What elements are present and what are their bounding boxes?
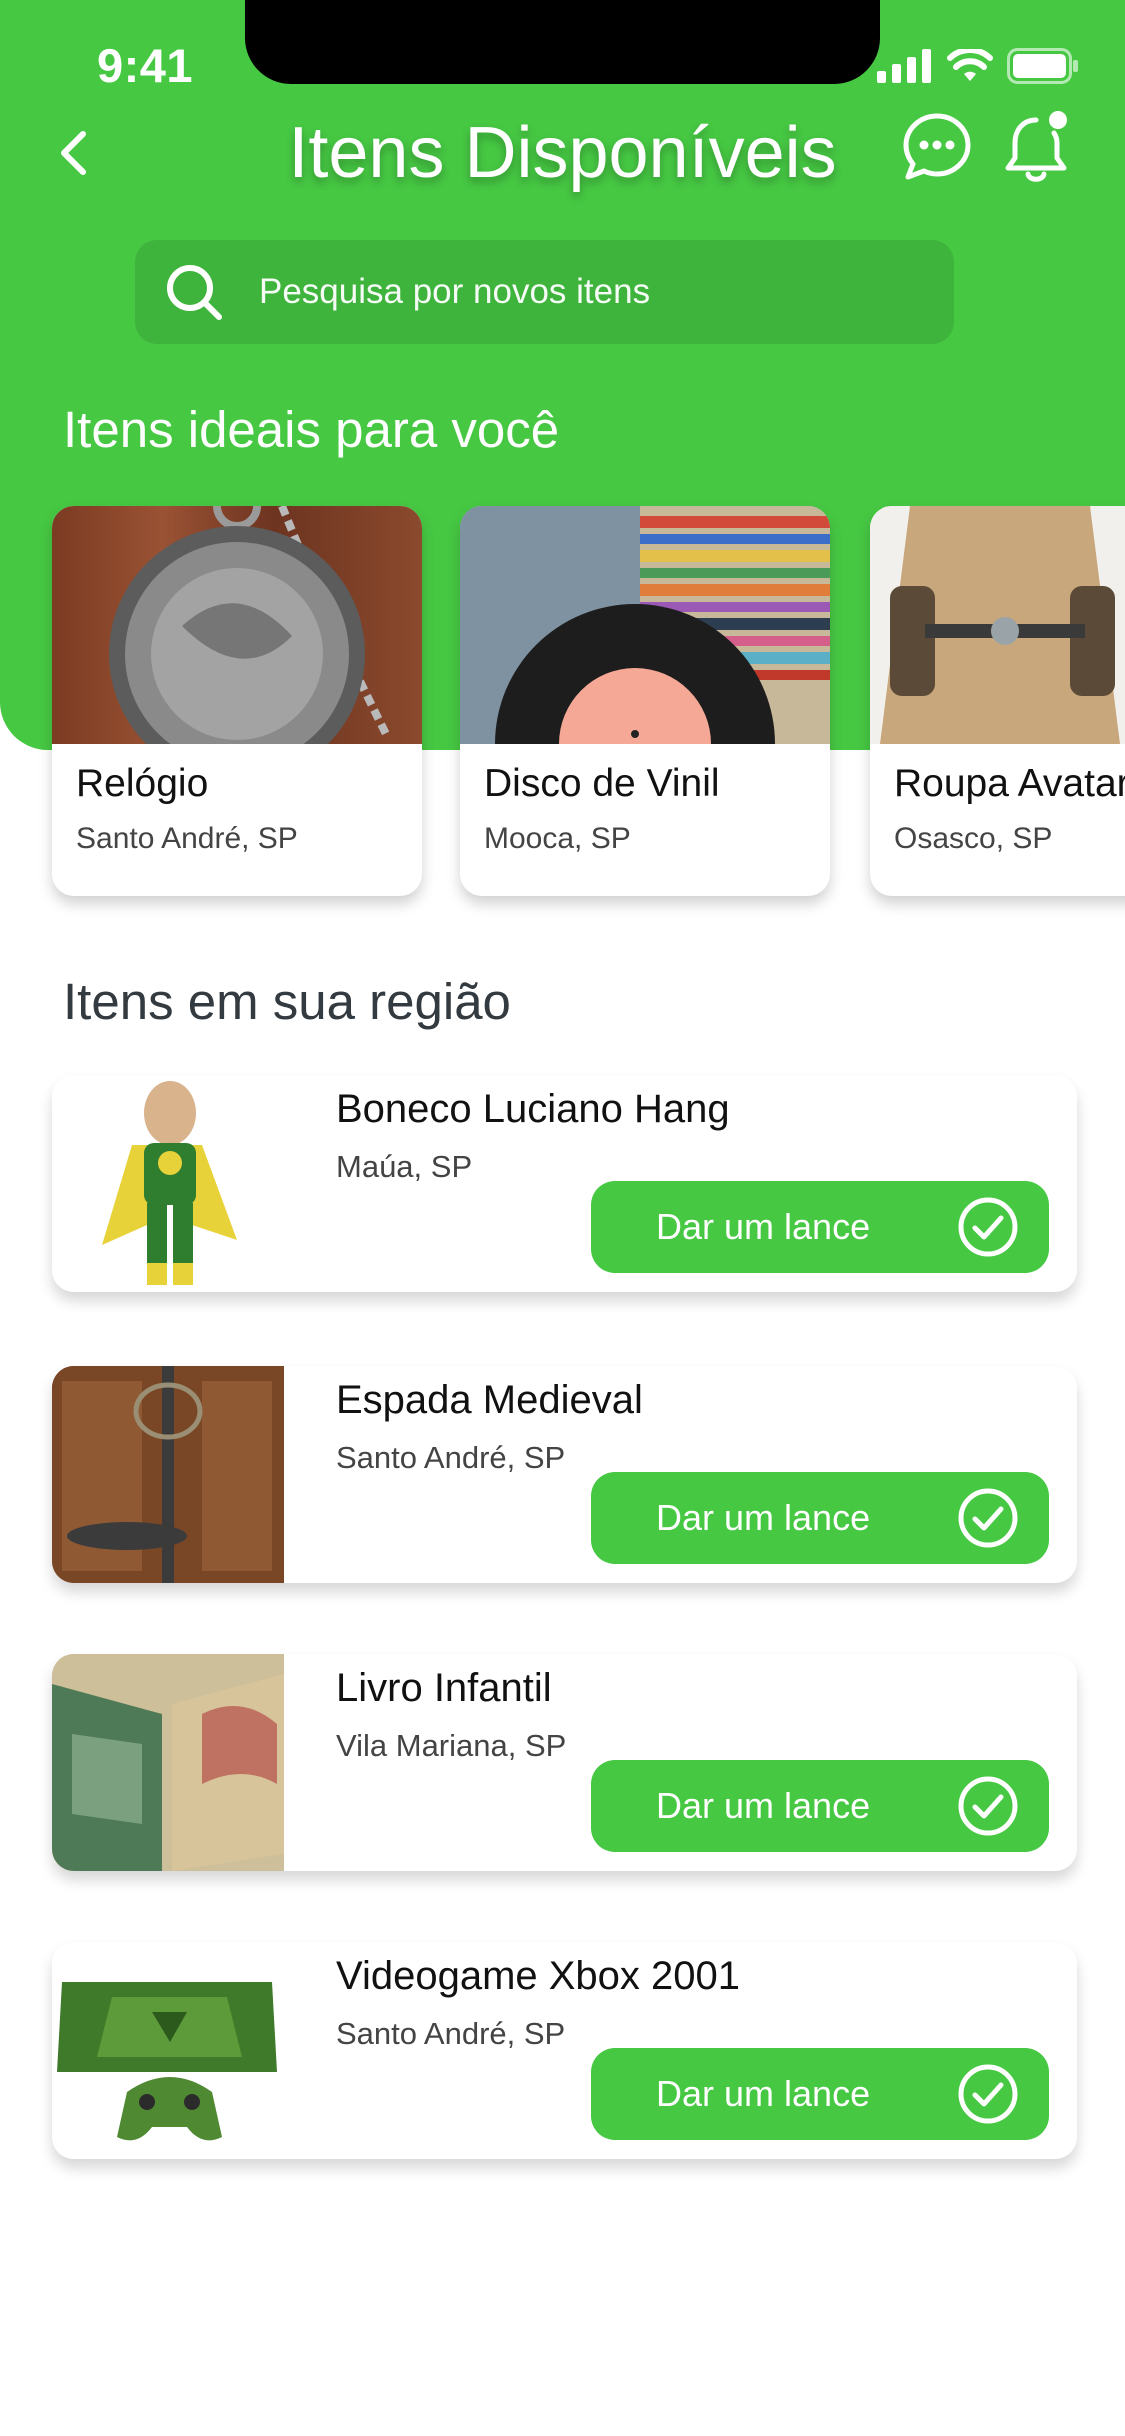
bell-icon[interactable] [1002,108,1074,186]
card-location: Osasco, SP [894,822,1053,855]
item-name: Videogame Xbox 2001 [336,1954,741,1998]
item-image-espada [52,1366,284,1583]
item-location: Santo André, SP [336,1440,566,1475]
item-location: Vila Mariana, SP [336,1728,567,1763]
section-heading-ideal: Itens ideais para você [63,401,560,458]
item-image-boneco [52,1075,284,1292]
card-location: Mooca, SP [484,822,631,855]
check-circle-icon [958,2064,1018,2124]
item-location: Maúa, SP [336,1149,473,1184]
bid-button[interactable]: Dar um lance [591,1760,1049,1852]
item-name: Livro Infantil [336,1666,552,1710]
item-image-xbox [52,1942,284,2159]
item-image-livro [52,1654,284,1871]
device-notch [245,0,880,84]
bid-button[interactable]: Dar um lance [591,2048,1049,2140]
item-image-roupa [870,506,1125,744]
item-image-disco [460,506,830,744]
bid-button-label: Dar um lance [656,2073,871,2114]
item-location: Santo André, SP [336,2016,566,2051]
check-circle-icon [958,1488,1018,1548]
search-icon [167,265,222,320]
bid-button-label: Dar um lance [656,1785,871,1826]
chat-icon[interactable] [902,112,972,182]
battery-icon [1007,48,1078,84]
item-name: Espada Medieval [336,1378,643,1422]
list-item-espada[interactable]: Espada Medieval Santo André, SP Dar um l… [52,1366,1077,1583]
bid-button-label: Dar um lance [656,1206,871,1247]
item-name: Boneco Luciano Hang [336,1087,730,1131]
list-item-boneco[interactable]: Boneco Luciano Hang Maúa, SP Dar um lanc… [52,1075,1077,1292]
card-title: Relógio [76,762,209,805]
check-circle-icon [958,1776,1018,1836]
bid-button-label: Dar um lance [656,1497,871,1538]
list-item-livro[interactable]: Livro Infantil Vila Mariana, SP Dar um l… [52,1654,1077,1871]
search-bar[interactable]: Pesquisa por novos itens [135,240,954,344]
signal-icon [877,49,931,83]
status-time: 9:41 [97,39,194,92]
recommended-card-roupa-avatar[interactable]: Roupa Avatar Osasco, SP [870,506,1125,896]
card-location: Santo André, SP [76,822,298,855]
recommended-card-disco-de-vinil[interactable]: Disco de Vinil Mooca, SP [460,506,830,896]
status-icons [877,48,1079,84]
search-input[interactable]: Pesquisa por novos itens [259,272,650,312]
list-item-xbox[interactable]: Videogame Xbox 2001 Santo André, SP Dar … [52,1942,1077,2159]
card-title: Roupa Avatar [894,762,1125,805]
wifi-icon [947,49,993,81]
check-circle-icon [958,1197,1018,1257]
bid-button[interactable]: Dar um lance [591,1181,1049,1273]
section-heading-region: Itens em sua região [63,973,511,1030]
recommended-card-relogio[interactable]: Relógio Santo André, SP [52,506,422,896]
bid-button[interactable]: Dar um lance [591,1472,1049,1564]
card-title: Disco de Vinil [484,762,720,805]
item-image-relogio [52,506,422,744]
